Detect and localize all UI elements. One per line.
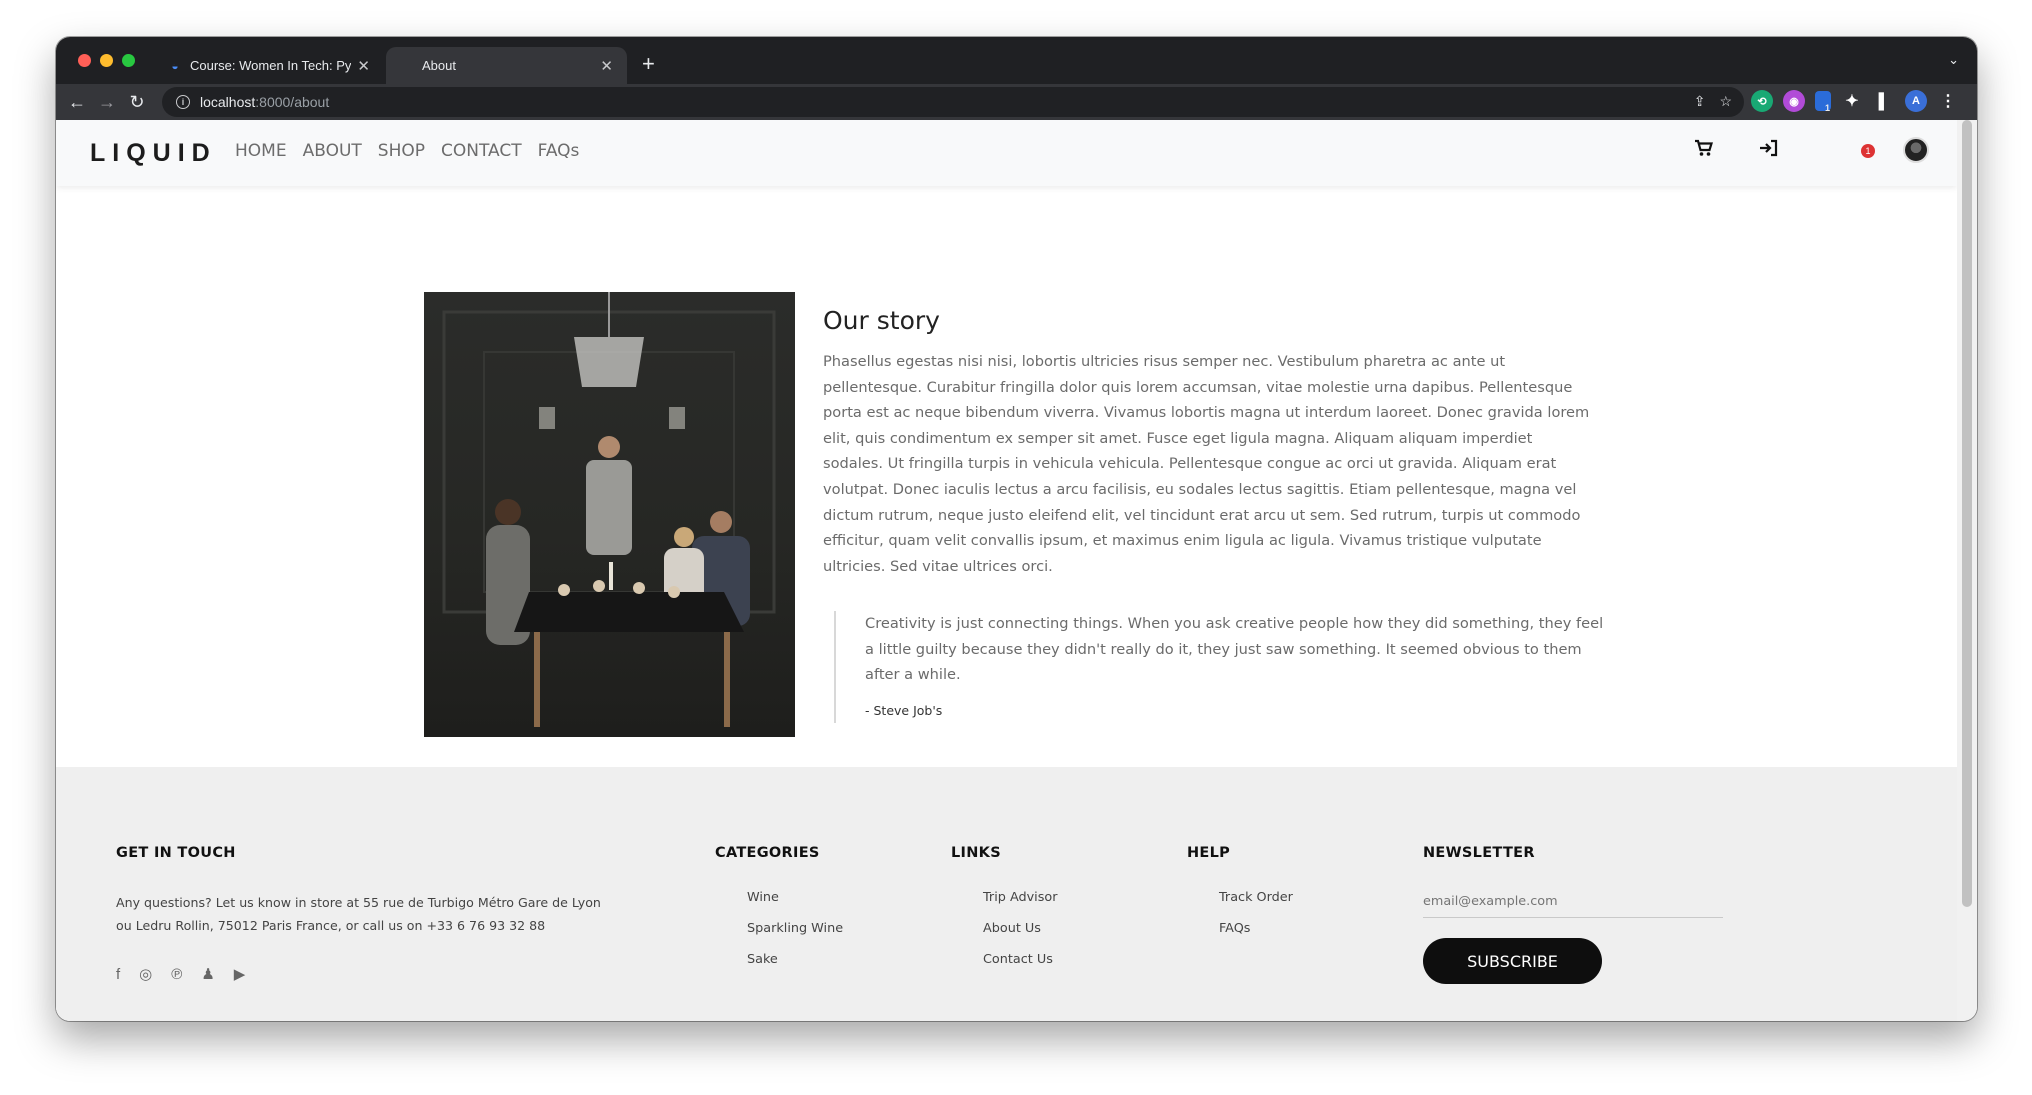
side-panel-icon[interactable]: ▌ bbox=[1873, 90, 1895, 112]
back-icon[interactable]: ← bbox=[62, 92, 92, 113]
footer-link-wine[interactable]: Wine bbox=[747, 890, 843, 905]
story-heading: Our story bbox=[823, 306, 940, 335]
address-bar[interactable]: i localhost:8000/about ⇪ ☆ bbox=[162, 87, 1744, 117]
omnibox-actions: ⇪ ☆ bbox=[1694, 93, 1732, 110]
snapchat-icon[interactable]: ♟ bbox=[201, 965, 214, 983]
extension-purple-icon[interactable]: ◉ bbox=[1783, 90, 1805, 112]
our-story-section: Our story Phasellus egestas nisi nisi, l… bbox=[823, 306, 1593, 579]
browser-toolbar: ← → ↻ i localhost:8000/about ⇪ ☆ ⟲ ◉ 1 ✦… bbox=[56, 84, 1977, 120]
site-footer: GET IN TOUCH Any questions? Let us know … bbox=[56, 767, 1957, 1021]
subscribe-button[interactable]: SUBSCRIBE bbox=[1423, 938, 1602, 984]
tab-title: Course: Women In Tech: Pytho bbox=[190, 58, 352, 73]
browser-window: ◒ Course: Women In Tech: Pytho ✕ About ✕… bbox=[56, 37, 1977, 1021]
tab-title: About bbox=[422, 58, 456, 73]
nav-actions: 1 bbox=[1694, 137, 1929, 163]
nav-link-contact[interactable]: CONTACT bbox=[441, 141, 522, 161]
footer-link-faqs[interactable]: FAQs bbox=[1219, 921, 1293, 936]
youtube-icon[interactable]: ▶ bbox=[234, 965, 246, 983]
url-path: :8000/about bbox=[255, 94, 330, 110]
dinner-party-photo bbox=[424, 292, 795, 737]
forward-icon[interactable]: → bbox=[92, 92, 122, 113]
newsletter-email-input[interactable] bbox=[1423, 894, 1723, 918]
footer-heading: GET IN TOUCH bbox=[116, 845, 236, 861]
menu-kebab-icon[interactable]: ⋮ bbox=[1937, 90, 1959, 112]
footer-categories: CATEGORIES Wine Sparkling Wine Sake bbox=[715, 845, 843, 983]
pinterest-icon[interactable]: ℗ bbox=[171, 966, 182, 983]
user-avatar[interactable] bbox=[1903, 137, 1929, 163]
new-tab-icon[interactable]: + bbox=[642, 51, 655, 77]
scrollbar-thumb[interactable] bbox=[1962, 120, 1972, 907]
close-tab-icon[interactable]: ✕ bbox=[600, 57, 613, 75]
social-links: f ◎ ℗ ♟ ▶ bbox=[116, 965, 616, 984]
footer-link-track-order[interactable]: Track Order bbox=[1219, 890, 1293, 905]
extension-badge: 1 bbox=[1825, 103, 1831, 113]
footer-link-sparkling-wine[interactable]: Sparkling Wine bbox=[747, 921, 843, 936]
course-favicon-icon: ◒ bbox=[171, 58, 179, 73]
footer-link-contact-us[interactable]: Contact Us bbox=[983, 952, 1057, 967]
notification-bell-icon[interactable]: 1 bbox=[1853, 138, 1877, 162]
footer-link-about-us[interactable]: About Us bbox=[983, 921, 1057, 936]
notification-badge: 1 bbox=[1861, 144, 1875, 158]
minimize-window-button[interactable] bbox=[100, 54, 113, 67]
footer-heading: HELP bbox=[1187, 845, 1231, 861]
nav-links: HOME ABOUT SHOP CONTACT FAQs bbox=[235, 141, 579, 161]
tab-course[interactable]: ◒ Course: Women In Tech: Pytho ✕ bbox=[154, 47, 384, 84]
footer-link-sake[interactable]: Sake bbox=[747, 952, 843, 967]
cart-icon[interactable] bbox=[1694, 139, 1714, 162]
site-navbar: LIQUID HOME ABOUT SHOP CONTACT FAQs 1 bbox=[56, 120, 1957, 186]
extension-green-icon[interactable]: ⟲ bbox=[1751, 90, 1773, 112]
story-body: Phasellus egestas nisi nisi, lobortis ul… bbox=[823, 353, 1590, 575]
site-logo[interactable]: LIQUID bbox=[90, 139, 217, 168]
contact-text: Any questions? Let us know in store at 5… bbox=[116, 895, 601, 933]
tab-about[interactable]: About ✕ bbox=[386, 47, 627, 84]
extension-shield-icon[interactable]: 1 bbox=[1815, 91, 1831, 113]
tab-strip: ◒ Course: Women In Tech: Pytho ✕ About ✕… bbox=[56, 37, 1977, 84]
login-icon[interactable] bbox=[1759, 139, 1779, 162]
bookmark-star-icon[interactable]: ☆ bbox=[1719, 93, 1732, 110]
share-icon[interactable]: ⇪ bbox=[1694, 93, 1706, 110]
footer-heading: LINKS bbox=[951, 845, 1001, 861]
footer-links: LINKS Trip Advisor About Us Contact Us bbox=[951, 845, 1057, 983]
footer-heading: CATEGORIES bbox=[715, 845, 820, 861]
chevron-down-icon[interactable]: ⌄ bbox=[1948, 52, 1959, 68]
facebook-icon[interactable]: f bbox=[116, 966, 120, 983]
footer-help: HELP Track Order FAQs bbox=[1187, 845, 1293, 952]
extensions-area: ⟲ ◉ 1 ✦ ▌ A ⋮ bbox=[1751, 90, 1959, 113]
nav-link-about[interactable]: ABOUT bbox=[303, 141, 362, 161]
story-quote: Creativity is just connecting things. Wh… bbox=[834, 611, 1604, 724]
instagram-icon[interactable]: ◎ bbox=[139, 965, 152, 983]
nav-link-faqs[interactable]: FAQs bbox=[538, 141, 580, 161]
footer-get-in-touch: GET IN TOUCH Any questions? Let us know … bbox=[116, 845, 616, 983]
profile-avatar-icon[interactable]: A bbox=[1905, 90, 1927, 112]
close-tab-icon[interactable]: ✕ bbox=[357, 57, 370, 75]
quote-text: Creativity is just connecting things. Wh… bbox=[865, 615, 1604, 684]
url-host: localhost bbox=[200, 94, 256, 110]
page-viewport: LIQUID HOME ABOUT SHOP CONTACT FAQs 1 Ou… bbox=[56, 120, 1957, 1021]
window-controls bbox=[78, 54, 135, 67]
footer-heading: NEWSLETTER bbox=[1423, 845, 1535, 861]
reload-icon[interactable]: ↻ bbox=[122, 92, 152, 113]
page-scrollbar[interactable] bbox=[1957, 120, 1977, 1021]
maximize-window-button[interactable] bbox=[122, 54, 135, 67]
nav-link-home[interactable]: HOME bbox=[235, 141, 287, 161]
puzzle-icon[interactable]: ✦ bbox=[1841, 90, 1863, 112]
close-window-button[interactable] bbox=[78, 54, 91, 67]
footer-link-trip-advisor[interactable]: Trip Advisor bbox=[983, 890, 1057, 905]
quote-author: - Steve Job's bbox=[865, 702, 943, 718]
nav-link-shop[interactable]: SHOP bbox=[378, 141, 425, 161]
site-info-icon[interactable]: i bbox=[176, 95, 190, 109]
footer-newsletter: NEWSLETTER SUBSCRIBE bbox=[1423, 845, 1723, 984]
